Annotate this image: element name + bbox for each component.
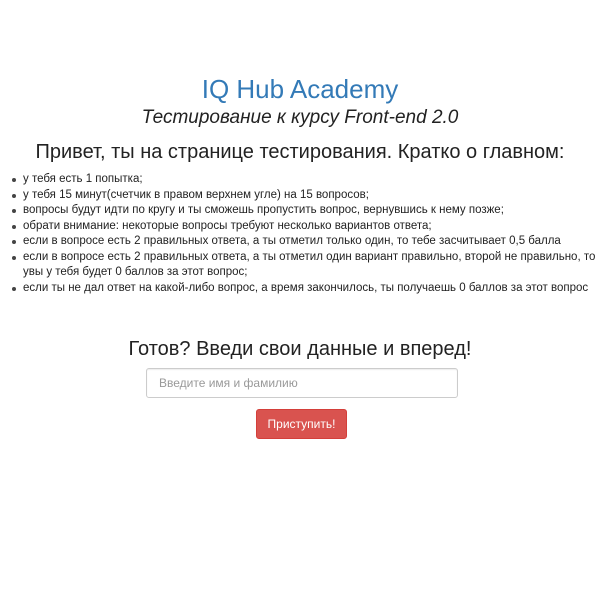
rule-item: если в вопросе есть 2 правильных ответа,… (12, 234, 600, 250)
brand-title: IQ Hub Academy (201, 74, 399, 104)
rule-item: если ты не дал ответ на какой-либо вопро… (12, 281, 600, 297)
rule-item: у тебя 15 минут(счетчик в правом верхнем… (12, 188, 600, 204)
rule-item: обрати внимание: некоторые вопросы требу… (12, 219, 600, 235)
rule-item: вопросы будут идти по кругу и ты сможешь… (12, 203, 600, 219)
course-subtitle: Тестирование к курсу Front-end 2.0 (141, 107, 459, 128)
rules-list: у тебя есть 1 попытка; у тебя 15 минут(с… (10, 172, 600, 296)
rule-item: у тебя есть 1 попытка; (12, 172, 600, 188)
rule-item: если в вопросе есть 2 правильных ответа,… (12, 250, 600, 281)
greeting-heading: Привет, ты на странице тестирования. Кра… (35, 141, 565, 163)
full-name-input[interactable] (146, 368, 458, 398)
test-start-page: IQ Hub Academy Тестирование к курсу Fron… (0, 0, 600, 600)
start-test-button[interactable]: Приступить! (256, 409, 347, 439)
form-title: Готов? Введи свои данные и вперед! (128, 338, 472, 360)
